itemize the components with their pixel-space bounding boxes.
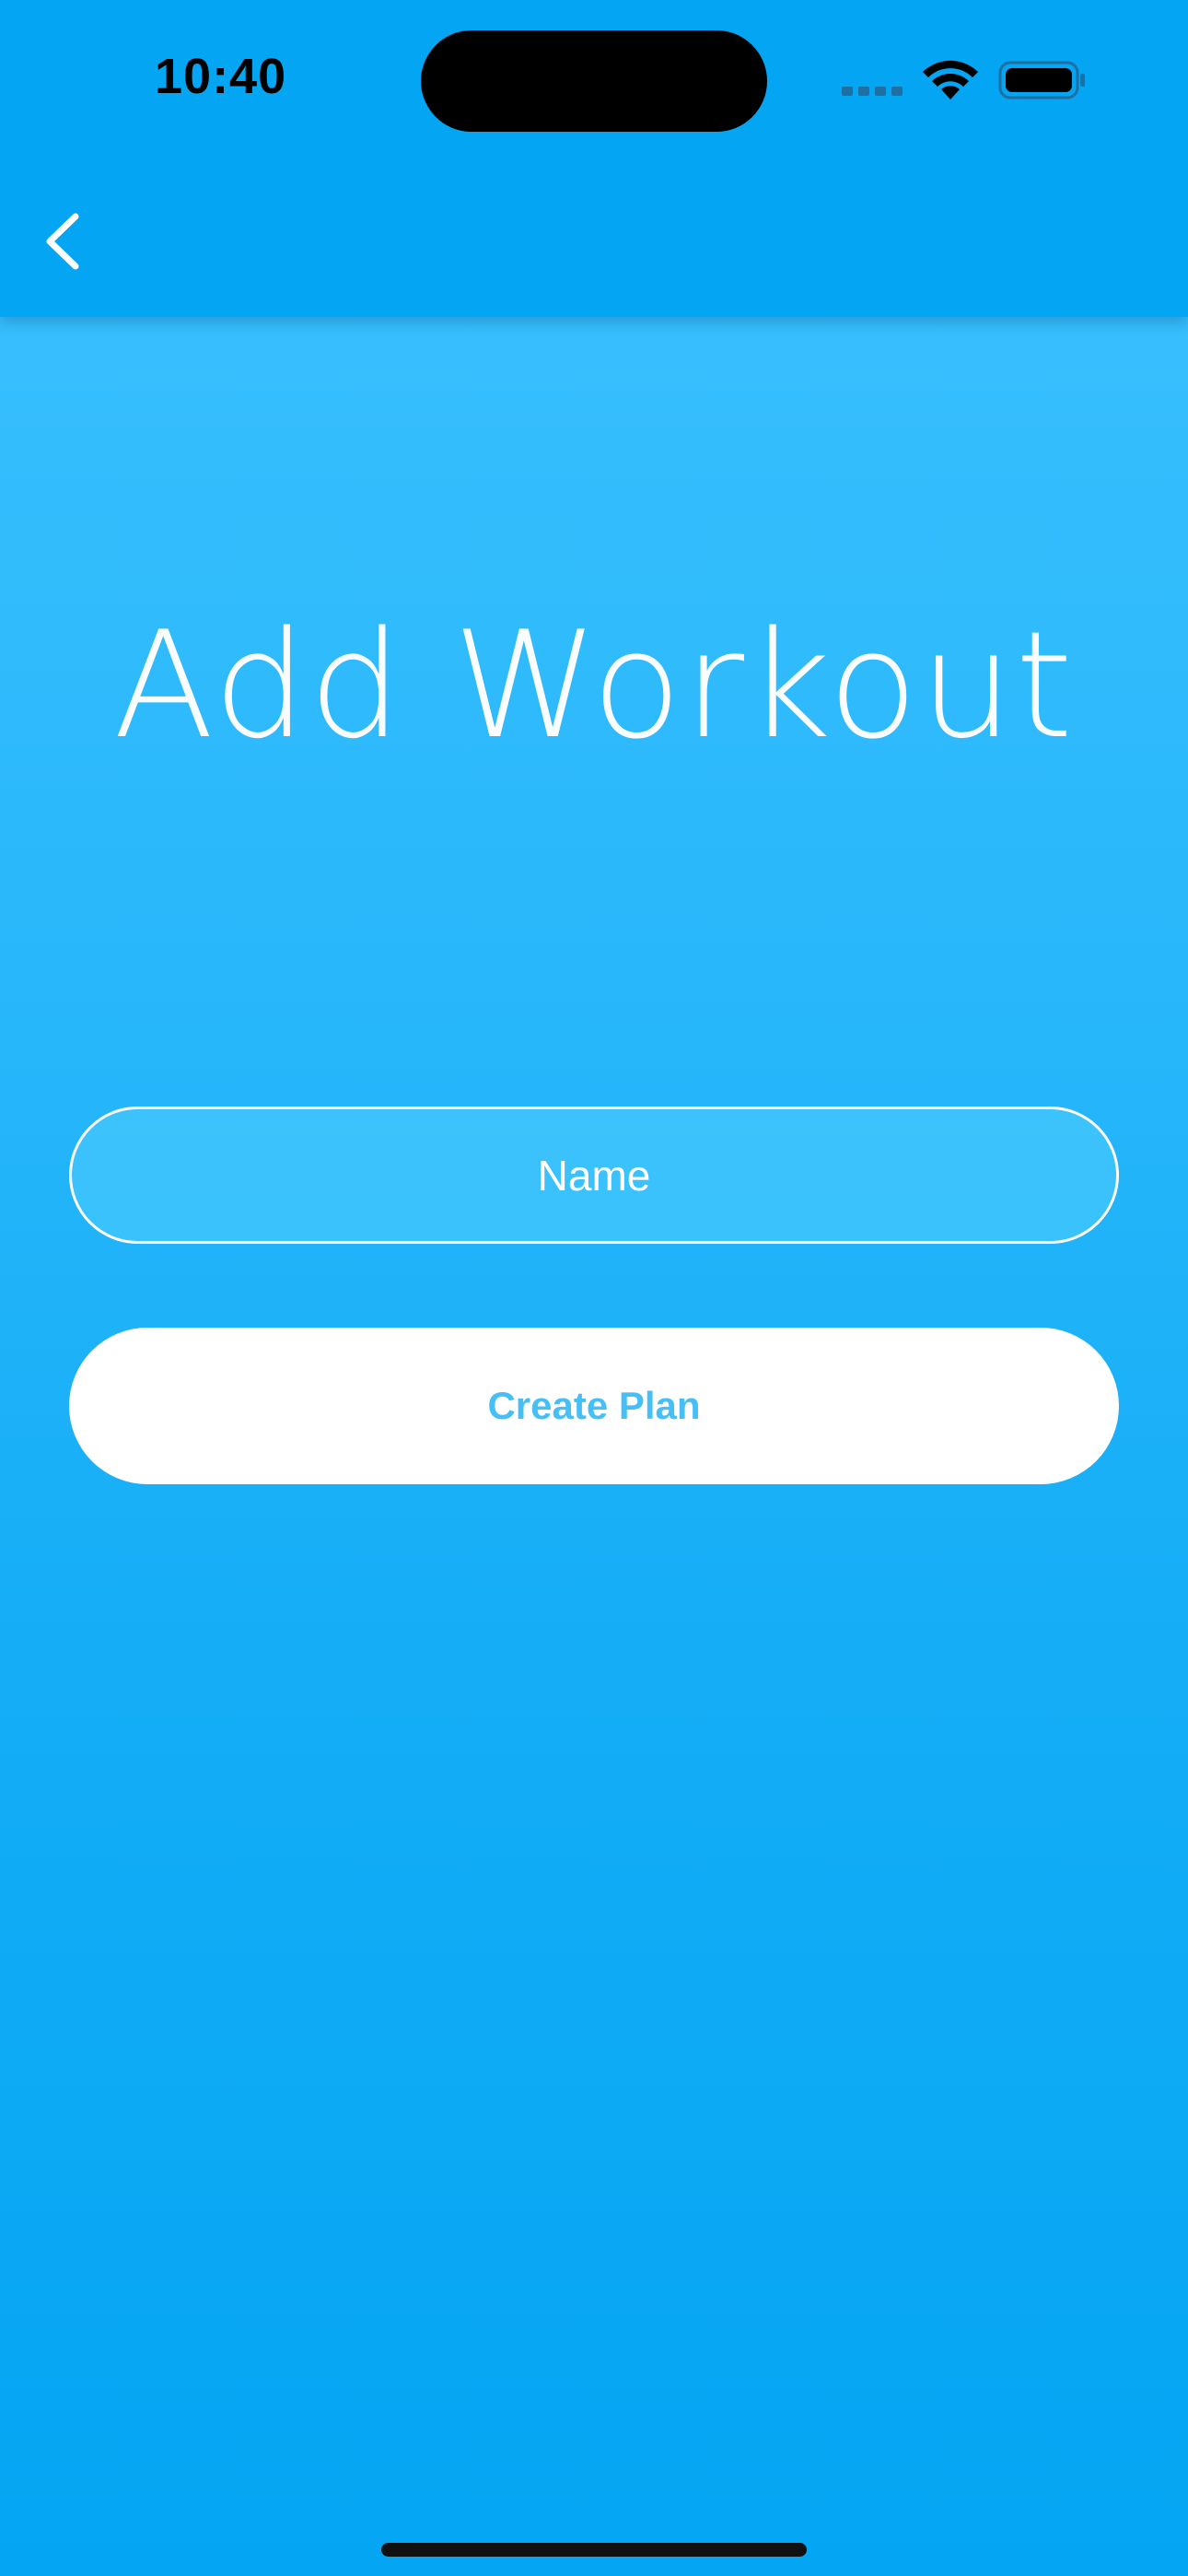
create-plan-button[interactable]: Create Plan <box>69 1328 1119 1484</box>
wifi-icon <box>923 60 978 100</box>
app-bar: 10:40 <box>0 0 1188 317</box>
page-title: Add Workout <box>0 599 1188 771</box>
back-button[interactable] <box>33 203 92 280</box>
cellular-signal-icon <box>842 87 904 98</box>
name-input[interactable] <box>69 1107 1119 1244</box>
chevron-left-icon <box>46 213 79 270</box>
battery-icon <box>998 61 1085 100</box>
screen: 10:40 Add Workout Create Plan <box>0 0 1188 2576</box>
dynamic-island <box>421 30 767 132</box>
home-indicator <box>381 2543 807 2557</box>
status-time: 10:40 <box>155 49 287 104</box>
page-title-text: Add Workout <box>112 599 1076 771</box>
